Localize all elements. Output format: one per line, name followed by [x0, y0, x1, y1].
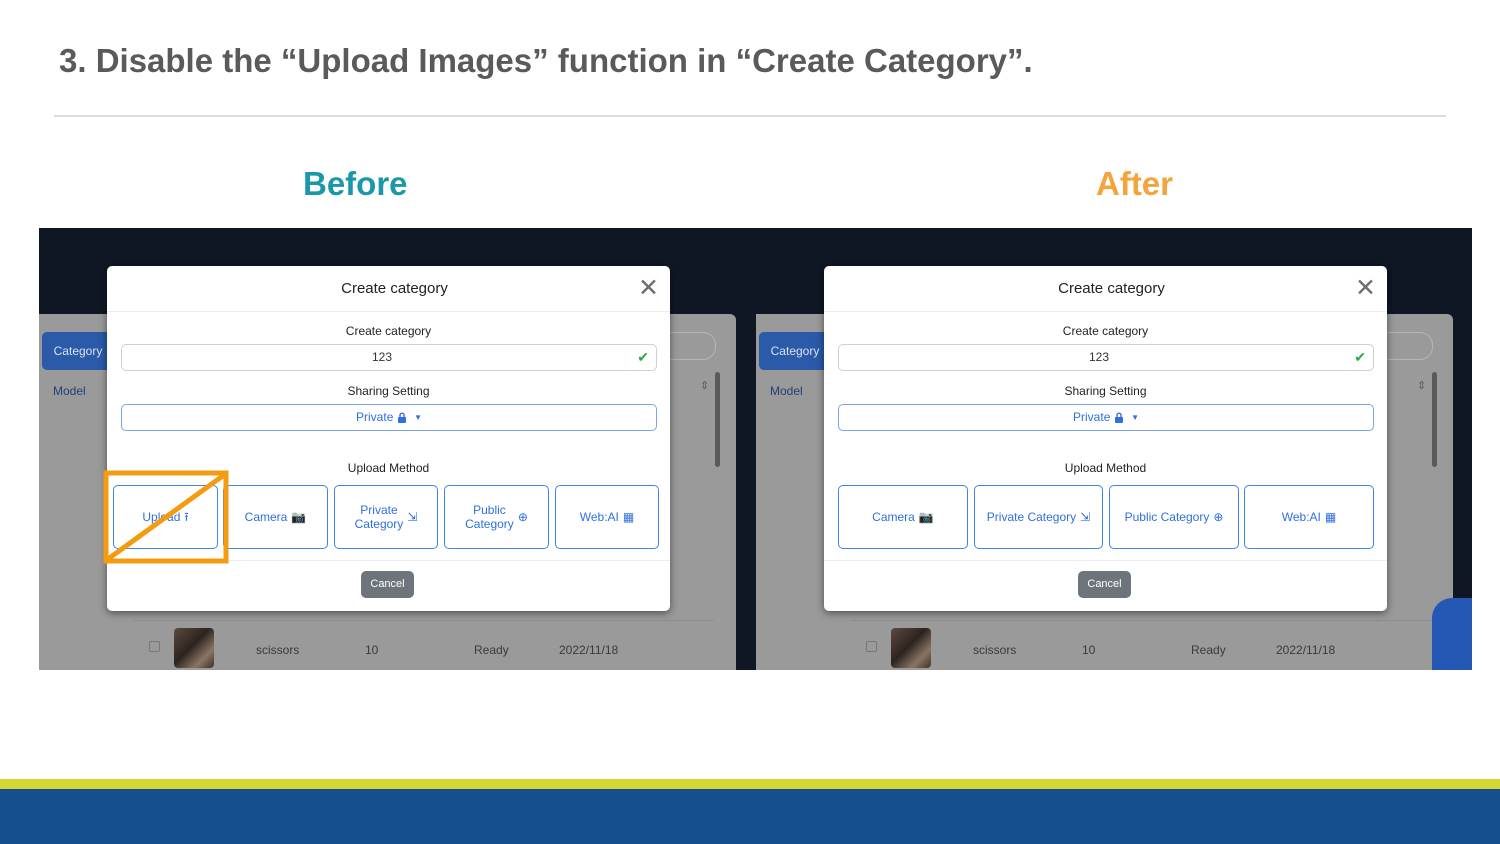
- row-checkbox[interactable]: [149, 641, 160, 652]
- sort-icon[interactable]: ⇕: [1417, 379, 1426, 392]
- check-icon: ✔: [637, 349, 649, 365]
- sort-icon[interactable]: ⇕: [700, 379, 709, 392]
- create-category-modal: Create category ✕ Create category 123 ✔ …: [107, 266, 670, 611]
- private-category-button-label: Private Category: [355, 503, 404, 531]
- category-name-label: Create category: [345, 324, 432, 338]
- private-category-line1: Private: [360, 503, 398, 517]
- sharing-setting-select[interactable]: Private ▼: [121, 404, 657, 431]
- create-category-modal: Create category ✕ Create category 123 ✔ …: [824, 266, 1387, 611]
- sharing-setting-value: Private: [356, 410, 394, 424]
- file-import-icon: ⇲: [1080, 510, 1091, 524]
- upload-icon: ⭱: [184, 510, 189, 524]
- lock-icon: [397, 412, 406, 424]
- modal-title: Create category: [341, 280, 448, 297]
- upload-button-label: Upload: [142, 510, 181, 524]
- modal-header-divider: [824, 311, 1387, 312]
- row-thumbnail: [891, 628, 931, 668]
- upload-method-label: Upload Method: [1064, 461, 1147, 475]
- private-category-button-label: Private Category: [986, 510, 1077, 524]
- row-status: Ready: [1191, 643, 1226, 657]
- row-name: scissors: [256, 643, 300, 657]
- row-divider: [851, 620, 1431, 621]
- sidebar-item-model[interactable]: Model: [53, 384, 86, 398]
- cancel-button[interactable]: Cancel: [361, 571, 414, 598]
- modal-footer-divider: [107, 560, 670, 561]
- category-name-value: 123: [1088, 350, 1110, 364]
- file-import-icon: ⇲: [407, 510, 418, 524]
- close-icon[interactable]: ✕: [1355, 276, 1376, 301]
- web-ai-button[interactable]: Web:AI ▦: [1244, 485, 1374, 549]
- web-ai-button[interactable]: Web:AI ▦: [555, 485, 659, 549]
- modal-header-divider: [107, 311, 670, 312]
- private-category-button[interactable]: Private Category ⇲: [334, 485, 438, 549]
- row-date: 2022/11/18: [559, 643, 619, 657]
- scrollbar[interactable]: [715, 372, 720, 467]
- sidebar-item-model[interactable]: Model: [770, 384, 803, 398]
- lock-icon: [1114, 412, 1123, 424]
- before-screenshot: Category Model ⇕ scissors 10 Ready 2022/…: [39, 228, 756, 670]
- public-category-button-label: Public Category: [1124, 510, 1210, 524]
- upload-button[interactable]: Upload ⭱: [113, 485, 218, 549]
- row-checkbox[interactable]: [866, 641, 877, 652]
- camera-button[interactable]: Camera 📷: [223, 485, 328, 549]
- category-name-input[interactable]: 123 ✔: [838, 344, 1374, 371]
- public-category-button-label: Public Category: [465, 503, 514, 531]
- footer-band: [0, 789, 1500, 844]
- sharing-setting-label: Sharing Setting: [347, 384, 430, 398]
- row-divider: [134, 620, 714, 621]
- sharing-setting-label: Sharing Setting: [1064, 384, 1147, 398]
- globe-icon: ⊕: [517, 510, 528, 524]
- category-name-value: 123: [371, 350, 393, 364]
- caret-down-icon: ▼: [1131, 413, 1139, 423]
- public-category-button[interactable]: Public Category ⊕: [1109, 485, 1239, 549]
- upload-method-label: Upload Method: [347, 461, 430, 475]
- modal-title: Create category: [1058, 280, 1165, 297]
- camera-button-label: Camera: [872, 510, 915, 524]
- modal-footer-divider: [824, 560, 1387, 561]
- row-name: scissors: [973, 643, 1017, 657]
- title-divider: [54, 115, 1446, 117]
- qrcode-icon: ▦: [622, 510, 635, 524]
- category-name-label: Create category: [1062, 324, 1149, 338]
- camera-button-label: Camera: [244, 510, 288, 524]
- camera-icon: 📷: [918, 510, 934, 524]
- decorative-graphic: [1432, 598, 1472, 670]
- qrcode-icon: ▦: [1324, 510, 1337, 524]
- close-icon[interactable]: ✕: [638, 276, 659, 301]
- camera-button[interactable]: Camera 📷: [838, 485, 968, 549]
- sidebar-item-category[interactable]: Category: [759, 332, 831, 370]
- cancel-button[interactable]: Cancel: [1078, 571, 1131, 598]
- category-name-input[interactable]: 123 ✔: [121, 344, 657, 371]
- row-count: 10: [1082, 643, 1096, 657]
- after-label: After: [1096, 165, 1174, 202]
- web-ai-button-label: Web:AI: [1281, 510, 1321, 524]
- private-category-button[interactable]: Private Category ⇲: [974, 485, 1103, 549]
- row-status: Ready: [474, 643, 509, 657]
- before-label: Before: [303, 165, 408, 202]
- sharing-setting-select[interactable]: Private ▼: [838, 404, 1374, 431]
- sharing-setting-value: Private: [1073, 410, 1111, 424]
- row-thumbnail: [174, 628, 214, 668]
- public-category-line2: Category: [465, 517, 514, 531]
- row-count: 10: [365, 643, 379, 657]
- web-ai-button-label: Web:AI: [579, 510, 619, 524]
- scrollbar[interactable]: [1432, 372, 1437, 467]
- caret-down-icon: ▼: [414, 413, 422, 423]
- globe-icon: ⊕: [1213, 510, 1224, 524]
- public-category-button[interactable]: Public Category ⊕: [444, 485, 549, 549]
- public-category-line1: Public: [473, 503, 506, 517]
- row-date: 2022/11/18: [1276, 643, 1336, 657]
- after-screenshot: Category Model ⇕ scissors 10 Ready 2022/…: [756, 228, 1472, 670]
- camera-icon: 📷: [291, 510, 307, 524]
- slide-title: 3. Disable the “Upload Images” function …: [59, 42, 1033, 79]
- sidebar-item-category[interactable]: Category: [42, 332, 114, 370]
- private-category-line2: Category: [354, 517, 404, 531]
- check-icon: ✔: [1354, 349, 1366, 365]
- footer-accent-stripe: [0, 779, 1500, 789]
